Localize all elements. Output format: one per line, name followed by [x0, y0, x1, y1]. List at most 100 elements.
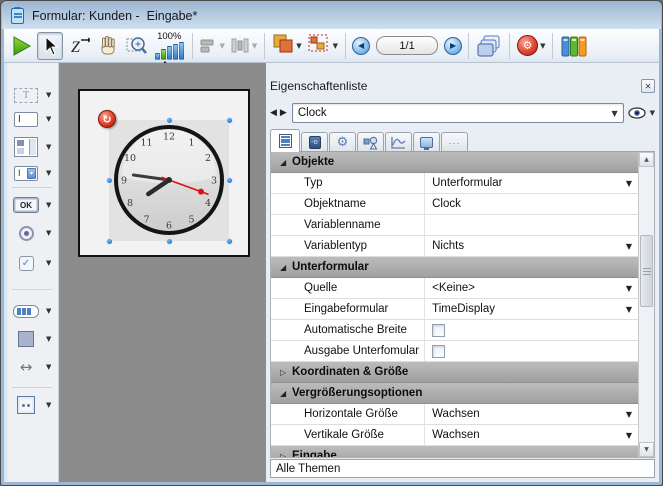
tool-label-button[interactable]: T ▼ — [11, 83, 57, 107]
property-value-dropdown[interactable]: Nichts ▼ — [425, 236, 638, 256]
property-value-dropdown[interactable]: Wachsen ▼ — [425, 425, 638, 445]
tool-progressbar-button[interactable]: ▼ — [11, 299, 57, 323]
chevron-down-icon[interactable]: ▼ — [46, 229, 51, 237]
property-value-dropdown[interactable]: <Keine> ▼ — [425, 278, 638, 298]
chevron-down-icon[interactable]: ▼ — [46, 307, 51, 315]
chevron-down-icon[interactable]: ▼ — [46, 335, 51, 343]
arrange-order-button[interactable]: ▼ — [271, 32, 302, 60]
align-icon — [200, 38, 218, 54]
expand-triangle-icon[interactable] — [280, 263, 292, 272]
resize-handle-n[interactable] — [166, 117, 173, 124]
resize-handle-w[interactable] — [106, 177, 113, 184]
chevron-down-icon[interactable]: ▼ — [46, 401, 51, 409]
run-form-button[interactable] — [8, 32, 34, 60]
chevron-down-icon[interactable]: ▼ — [626, 431, 632, 440]
scroll-up-button[interactable]: ▲ — [639, 152, 654, 167]
resize-handle-s[interactable] — [166, 238, 173, 245]
tool-checkbox-button[interactable]: ✓ ▼ — [11, 251, 57, 275]
distribute-objects-button[interactable]: ▼ — [229, 32, 258, 60]
tool-pushbutton-button[interactable]: OK ▼ — [11, 193, 57, 217]
visibility-filter-button[interactable]: ▼ — [628, 107, 655, 119]
property-label: Quelle — [271, 278, 425, 298]
property-value-field[interactable]: Clock — [425, 194, 638, 214]
align-objects-button[interactable]: ▼ — [199, 32, 226, 60]
section-vergroesserungsoptionen[interactable]: Vergrößerungsoptionen — [271, 383, 638, 404]
property-grid: Objekte Typ Unterformular ▼ Objektname C… — [270, 152, 655, 458]
tab-data[interactable]: -o — [301, 132, 328, 152]
tool-listbox-button[interactable]: ▼ — [11, 135, 57, 159]
properties-scrollbar[interactable]: ▲ ▼ — [638, 152, 654, 457]
library-button[interactable] — [559, 32, 589, 60]
chevron-down-icon[interactable]: ▼ — [46, 115, 51, 123]
tab-objects[interactable] — [357, 132, 384, 152]
expand-triangle-icon[interactable] — [280, 389, 292, 398]
zoom-level-indicator[interactable]: 100% — [155, 32, 184, 60]
property-row-variablenname: Variablenname — [271, 215, 638, 236]
tab-more[interactable]: ··· — [441, 132, 468, 152]
select-tool-button[interactable] — [37, 32, 63, 60]
settings-gear-button[interactable]: ⚙ ▼ — [516, 32, 546, 60]
tool-splitter-button[interactable]: ↔ ▼ — [11, 355, 57, 379]
chevron-down-icon[interactable]: ▼ — [626, 242, 632, 251]
eye-icon — [628, 107, 646, 119]
pages-overview-button[interactable] — [475, 32, 503, 60]
tool-textbox-button[interactable]: I ▼ — [11, 107, 57, 131]
property-value-dropdown[interactable]: Wachsen ▼ — [425, 404, 638, 424]
chevron-down-icon[interactable]: ▼ — [46, 143, 51, 151]
resize-handle-e[interactable] — [226, 177, 233, 184]
theme-filter-field[interactable]: Alle Themen — [270, 459, 655, 478]
tool-frame-button[interactable]: ▼ — [11, 327, 57, 351]
close-panel-icon[interactable]: ✕ — [641, 79, 655, 93]
chevron-down-icon[interactable]: ▼ — [46, 363, 51, 371]
chevron-down-icon[interactable]: ▼ — [626, 179, 632, 188]
chevron-down-icon[interactable]: ▼ — [46, 201, 51, 209]
tool-combobox-button[interactable]: I▾ ▼ — [11, 161, 57, 185]
selection-mode-button[interactable]: ▼ — [306, 32, 339, 60]
section-objekte[interactable]: Objekte — [271, 152, 638, 173]
previous-page-button[interactable]: ◀ — [352, 37, 370, 55]
next-object-button[interactable]: ▶ — [280, 108, 288, 118]
chevron-down-icon[interactable]: ▼ — [626, 410, 632, 419]
dynamic-object-badge-icon[interactable]: ↻ — [98, 110, 116, 128]
tab-display[interactable] — [413, 132, 440, 152]
next-page-button[interactable]: ▶ — [444, 37, 462, 55]
resize-handle-sw[interactable] — [106, 238, 113, 245]
scroll-down-button[interactable]: ▼ — [639, 442, 654, 457]
chevron-down-icon[interactable]: ▼ — [626, 284, 632, 293]
frame-tool-icon — [18, 331, 34, 347]
scrollbar-track[interactable] — [639, 167, 654, 442]
collapsed-triangle-icon[interactable] — [280, 368, 292, 377]
checkbox[interactable] — [432, 345, 445, 358]
section-koordinaten-groesse[interactable]: Koordinaten & Größe — [271, 362, 638, 383]
zoom-selection-button[interactable] — [124, 32, 150, 60]
chevron-down-icon[interactable]: ▼ — [46, 91, 51, 99]
tab-properties[interactable] — [270, 129, 300, 152]
titlebar[interactable]: Formular: Kunden - Eingabe* — [2, 2, 661, 29]
tab-order-button[interactable]: Z — [66, 32, 92, 60]
section-unterformular[interactable]: Unterformular — [271, 257, 638, 278]
clock-widget[interactable]: 12 1 2 3 4 5 6 7 8 9 10 11 — [112, 123, 226, 237]
resize-handle-ne[interactable] — [226, 117, 233, 124]
collapsed-triangle-icon[interactable] — [280, 452, 292, 458]
chevron-down-icon[interactable]: ▼ — [46, 259, 51, 267]
property-value-field[interactable] — [425, 215, 638, 235]
property-value-dropdown[interactable]: TimeDisplay ▼ — [425, 299, 638, 319]
tool-radiobutton-button[interactable]: ▼ — [11, 221, 57, 245]
tab-curve[interactable] — [385, 132, 412, 152]
object-selector-combobox[interactable]: Clock ▼ — [292, 103, 624, 123]
expand-triangle-icon[interactable] — [280, 158, 292, 167]
checkbox[interactable] — [432, 324, 445, 337]
chevron-down-icon[interactable]: ▼ — [626, 305, 632, 314]
form-page[interactable]: 12 1 2 3 4 5 6 7 8 9 10 11 — [78, 89, 250, 257]
chevron-down-icon: ▼ — [611, 109, 617, 118]
tool-socket-button[interactable]: ▼ — [11, 393, 57, 417]
scrollbar-thumb[interactable] — [640, 235, 653, 307]
resize-handle-se[interactable] — [226, 238, 233, 245]
pan-tool-button[interactable] — [95, 32, 121, 60]
property-value-dropdown[interactable]: Unterformular ▼ — [425, 173, 638, 193]
prev-object-button[interactable]: ◀ — [270, 108, 278, 118]
chevron-down-icon[interactable]: ▼ — [46, 169, 51, 177]
clock-numeral: 10 — [124, 153, 136, 164]
section-eingabe[interactable]: Eingabe — [271, 446, 638, 457]
tab-settings[interactable]: ⚙ — [329, 132, 356, 152]
